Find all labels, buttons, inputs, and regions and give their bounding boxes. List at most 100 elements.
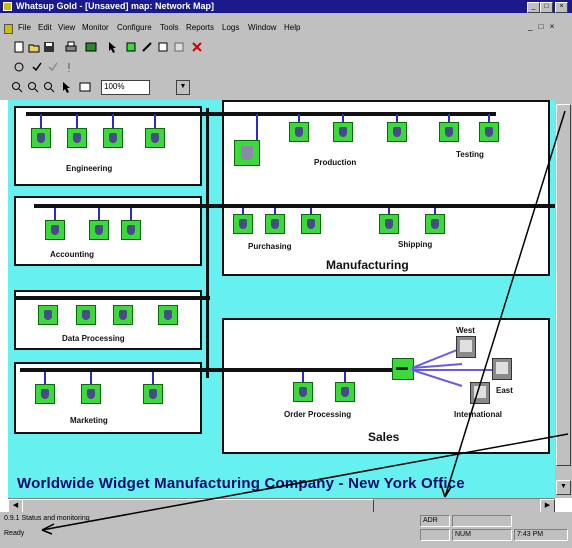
link	[342, 114, 344, 122]
engineering-bus	[26, 112, 496, 116]
check-icon[interactable]	[30, 60, 44, 74]
poll-icon[interactable]	[12, 60, 26, 74]
menu-bar: File Edit View Monitor Configure Tools R…	[0, 22, 572, 36]
label-shipping: Shipping	[398, 240, 433, 249]
computer-node[interactable]	[387, 122, 407, 142]
computer-node[interactable]	[31, 128, 51, 148]
menu-monitor[interactable]: Monitor	[82, 23, 109, 32]
computer-node[interactable]	[301, 214, 321, 234]
computer-node[interactable]	[158, 305, 178, 325]
link	[54, 208, 56, 220]
computer-node[interactable]	[45, 220, 65, 240]
delete-tool-icon[interactable]	[190, 40, 204, 54]
label-engineering: Engineering	[66, 164, 113, 173]
status-ready: Ready	[4, 530, 25, 537]
menu-tools[interactable]: Tools	[160, 23, 179, 32]
status-panel-adr: ADR	[420, 515, 450, 527]
computer-node[interactable]	[333, 122, 353, 142]
menu-help[interactable]: Help	[284, 23, 300, 32]
menu-file[interactable]: File	[18, 23, 31, 32]
router-node[interactable]	[392, 358, 414, 380]
app-icon[interactable]	[3, 2, 12, 11]
scroll-down-button[interactable]: ▼	[556, 480, 571, 495]
computer-node[interactable]	[379, 214, 399, 234]
map-icon[interactable]	[84, 40, 98, 54]
device-tool-icon[interactable]	[124, 40, 138, 54]
zoom-in-icon[interactable]	[10, 80, 24, 94]
label-tool-icon[interactable]	[156, 40, 170, 54]
company-label: Worldwide Widget Manufacturing Company -…	[17, 475, 465, 492]
label-production: Production	[314, 158, 357, 167]
maximize-button[interactable]: □	[540, 2, 553, 13]
computer-node[interactable]	[89, 220, 109, 240]
computer-node[interactable]	[293, 382, 313, 402]
computer-node[interactable]	[143, 384, 163, 404]
computer-node[interactable]	[425, 214, 445, 234]
minimize-button[interactable]: _	[527, 2, 540, 13]
mdi-window-controls[interactable]: _ □ ×	[528, 22, 556, 31]
menu-view[interactable]: View	[58, 23, 75, 32]
zoom-out-icon[interactable]	[26, 80, 40, 94]
computer-node[interactable]	[265, 214, 285, 234]
status-panel-blank	[452, 515, 512, 527]
computer-node[interactable]	[35, 384, 55, 404]
properties-icon[interactable]	[172, 40, 186, 54]
label-west: West	[456, 326, 475, 335]
computer-node[interactable]	[289, 122, 309, 142]
check-disabled-icon[interactable]	[46, 60, 60, 74]
zoom-fit-icon[interactable]	[42, 80, 56, 94]
grid-icon[interactable]	[78, 80, 92, 94]
status-bar: 0.9.1 Status and monitoring Ready ADR NU…	[0, 512, 572, 548]
close-button[interactable]: ×	[555, 2, 568, 13]
horizontal-scrollbar[interactable]: ◀ ▶	[8, 498, 555, 514]
label-international: International	[454, 410, 503, 419]
computer-node[interactable]	[233, 214, 253, 234]
link	[44, 372, 46, 384]
zoom-dropdown-button[interactable]: ▼	[176, 80, 190, 95]
remote-site-east[interactable]	[492, 358, 512, 380]
menu-logs[interactable]: Logs	[222, 23, 239, 32]
label-manufacturing: Manufacturing	[326, 258, 409, 272]
data-processing-bus	[14, 296, 210, 300]
link	[130, 208, 132, 220]
remote-site-west[interactable]	[456, 336, 476, 358]
computer-node[interactable]	[439, 122, 459, 142]
computer-node[interactable]	[335, 382, 355, 402]
backbone-trunk	[206, 108, 209, 378]
menu-configure[interactable]: Configure	[117, 23, 152, 32]
save-icon[interactable]	[42, 40, 56, 54]
print-icon[interactable]	[64, 40, 78, 54]
computer-node[interactable]	[121, 220, 141, 240]
vertical-scrollbar[interactable]: ▼	[555, 100, 572, 498]
remote-site-international[interactable]	[470, 382, 490, 404]
computer-node[interactable]	[76, 305, 96, 325]
link	[448, 114, 450, 122]
computer-node[interactable]	[67, 128, 87, 148]
doc-icon[interactable]	[4, 24, 13, 34]
label-data-processing: Data Processing	[62, 334, 125, 343]
server-node[interactable]	[234, 140, 260, 166]
select-icon[interactable]	[60, 80, 74, 94]
computer-node[interactable]	[145, 128, 165, 148]
computer-node[interactable]	[479, 122, 499, 142]
vertical-scroll-thumb[interactable]	[556, 104, 571, 466]
link	[302, 372, 304, 382]
menu-reports[interactable]: Reports	[186, 23, 214, 32]
computer-node[interactable]	[103, 128, 123, 148]
new-icon[interactable]	[12, 40, 26, 54]
menu-edit[interactable]: Edit	[38, 23, 52, 32]
pointer-icon[interactable]	[106, 40, 120, 54]
link	[40, 114, 42, 128]
zoom-level-field[interactable]: 100%	[101, 80, 150, 95]
open-folder-icon[interactable]	[27, 40, 41, 54]
link	[344, 372, 346, 382]
title-bar: Whatsup Gold - [Unsaved] map: Network Ma…	[0, 0, 572, 13]
computer-node[interactable]	[81, 384, 101, 404]
label-east: East	[496, 386, 513, 395]
computer-node[interactable]	[113, 305, 133, 325]
menu-window[interactable]: Window	[248, 23, 276, 32]
computer-node[interactable]	[38, 305, 58, 325]
network-map-canvas[interactable]: Engineering Accounting Data Processing M…	[8, 100, 572, 498]
link-tool-icon[interactable]	[140, 40, 154, 54]
alert-disabled-icon[interactable]	[62, 60, 76, 74]
